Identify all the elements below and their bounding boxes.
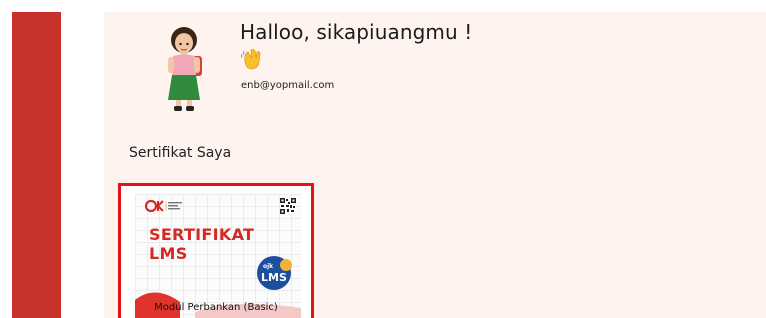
certificate-card[interactable]: SERTIFIKAT LMS ojk LMS Modul Perbankan (… [118, 183, 314, 318]
svg-text:LMS: LMS [261, 271, 287, 284]
ojk-logo-icon [145, 199, 182, 213]
svg-text:ojk: ojk [263, 263, 274, 270]
avatar [168, 27, 202, 111]
qr-code-icon [280, 198, 296, 214]
user-email: enb@yopmail.com [241, 80, 335, 91]
certificate-thumbnail: SERTIFIKAT LMS ojk LMS [135, 194, 301, 318]
greeting-heading: Halloo, sikapiuangmu ! [240, 20, 473, 44]
certificate-title-line2: LMS [149, 244, 188, 263]
certificates-section-title: Sertifikat Saya [129, 145, 232, 161]
certificate-title: SERTIFIKAT LMS [149, 225, 254, 263]
lms-badge-icon: ojk LMS [257, 256, 292, 290]
waving-hand-icon [241, 49, 261, 70]
sidebar [12, 12, 61, 318]
certificate-module-name: Modul Perbankan (Basic) [154, 302, 278, 313]
certificate-title-line1: SERTIFIKAT [149, 225, 255, 244]
